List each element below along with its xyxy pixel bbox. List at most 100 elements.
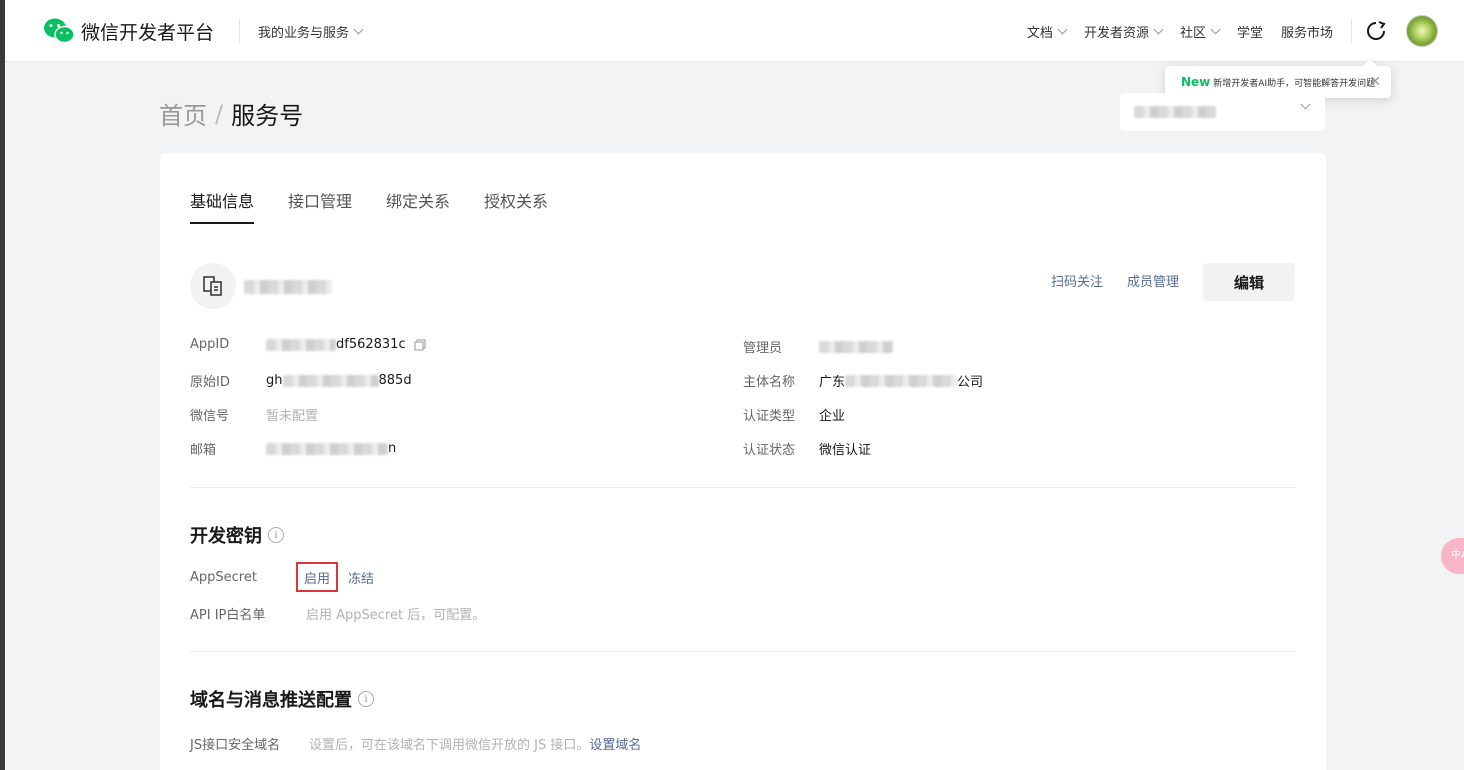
email-label: 邮箱 bbox=[190, 443, 217, 458]
admin-value bbox=[819, 340, 893, 353]
admin-row: 管理员 bbox=[743, 337, 893, 356]
copy-icon[interactable] bbox=[414, 339, 426, 351]
user-avatar[interactable] bbox=[1406, 15, 1438, 47]
ip-whitelist-label: API IP白名单 bbox=[190, 608, 266, 623]
platform-title: 微信开发者平台 bbox=[81, 21, 215, 44]
biz-service-menu[interactable]: 我的业务与服务 bbox=[258, 22, 364, 41]
wechat-id-row: 微信号 暂未配置 bbox=[190, 405, 318, 424]
ip-whitelist-row: API IP白名单 启用 AppSecret 后，可配置。 bbox=[190, 604, 485, 623]
page-title: 服务号 bbox=[231, 102, 304, 130]
chevron-down-icon bbox=[1300, 99, 1311, 110]
info-icon[interactable]: i bbox=[358, 691, 374, 707]
email-value: n bbox=[266, 441, 396, 456]
tab-authorization[interactable]: 授权关系 bbox=[484, 188, 548, 224]
domain-config-title: 域名与消息推送配置 i bbox=[190, 686, 374, 712]
breadcrumb-separator: / bbox=[215, 99, 224, 128]
cert-status-row: 认证状态 微信认证 bbox=[743, 439, 871, 458]
member-manage-link[interactable]: 成员管理 bbox=[1127, 271, 1179, 290]
entity-name-label: 主体名称 bbox=[743, 375, 796, 390]
appsecret-label: AppSecret bbox=[190, 569, 257, 585]
appid-redacted bbox=[266, 338, 336, 351]
nav-community-label: 社区 bbox=[1179, 26, 1206, 41]
tooltip-text: 新增开发者AI助手，可智能解答开发问题 bbox=[1213, 78, 1376, 89]
nav-academy-label: 学堂 bbox=[1236, 26, 1263, 41]
wechat-id-label: 微信号 bbox=[190, 409, 230, 424]
top-navbar: 微信开发者平台 我的业务与服务 文档 开发者资源 社区 学堂 服务市场 bbox=[5, 0, 1464, 62]
section-divider bbox=[190, 651, 1296, 652]
chevron-down-icon bbox=[1057, 24, 1068, 35]
entity-name-redacted bbox=[845, 374, 958, 387]
admin-redacted bbox=[819, 340, 893, 353]
wechat-icon bbox=[44, 18, 75, 44]
section-divider bbox=[190, 487, 1296, 488]
ai-assistant-icon[interactable] bbox=[1365, 20, 1387, 42]
appid-row: AppID df562831c bbox=[190, 337, 426, 352]
language-float-button[interactable]: 中A bbox=[1441, 538, 1464, 574]
admin-label: 管理员 bbox=[743, 341, 783, 356]
domain-config-title-text: 域名与消息推送配置 bbox=[190, 690, 352, 711]
wechat-logo[interactable]: 微信开发者平台 bbox=[43, 17, 214, 45]
email-row: 邮箱 n bbox=[190, 439, 396, 458]
appid-value: df562831c bbox=[266, 337, 426, 352]
entity-name-row: 主体名称 广东 公司 bbox=[743, 371, 983, 390]
entity-name-suffix: 公司 bbox=[957, 375, 984, 390]
nav-docs[interactable]: 文档 bbox=[1026, 22, 1068, 41]
account-switcher[interactable] bbox=[1120, 93, 1325, 131]
cert-type-row: 认证类型 企业 bbox=[743, 405, 845, 424]
cert-status-label: 认证状态 bbox=[743, 443, 796, 458]
original-id-value: gh 885d bbox=[266, 373, 412, 388]
original-id-label: 原始ID bbox=[190, 375, 230, 390]
nav-community[interactable]: 社区 bbox=[1179, 22, 1221, 41]
freeze-appsecret-link[interactable]: 冻结 bbox=[348, 568, 374, 587]
tab-api-management[interactable]: 接口管理 bbox=[288, 188, 352, 224]
chevron-down-icon bbox=[1153, 24, 1164, 35]
tab-basic-info[interactable]: 基础信息 bbox=[190, 188, 255, 224]
original-id-redacted bbox=[282, 374, 379, 387]
scan-follow-link[interactable]: 扫码关注 bbox=[1051, 271, 1103, 290]
nav-dev-resources[interactable]: 开发者资源 bbox=[1083, 22, 1164, 41]
service-account-icon bbox=[203, 276, 222, 296]
entity-name-prefix: 广东 bbox=[819, 375, 846, 390]
appid-visible-suffix: df562831c bbox=[336, 337, 406, 352]
nav-divider bbox=[1351, 19, 1352, 43]
nav-service-market-label: 服务市场 bbox=[1280, 26, 1333, 41]
nav-links: 文档 开发者资源 社区 学堂 服务市场 bbox=[1009, 22, 1333, 41]
cert-type-label: 认证类型 bbox=[743, 409, 796, 424]
account-name-redacted bbox=[244, 280, 332, 294]
cert-status-value: 微信认证 bbox=[819, 443, 872, 458]
original-id-suffix: 885d bbox=[378, 373, 412, 388]
js-domain-label: JS接口安全域名 bbox=[190, 738, 281, 753]
nav-divider bbox=[239, 19, 240, 43]
cert-type-value: 企业 bbox=[819, 409, 846, 424]
nav-academy[interactable]: 学堂 bbox=[1237, 22, 1263, 41]
appid-label: AppID bbox=[190, 337, 230, 352]
breadcrumb: 首页 / 服务号 bbox=[159, 96, 303, 131]
account-name-redacted bbox=[1134, 106, 1216, 118]
js-domain-hint: 设置后，可在该域名下调用微信开放的 JS 接口。 bbox=[309, 738, 590, 753]
nav-service-market[interactable]: 服务市场 bbox=[1281, 22, 1333, 41]
breadcrumb-home[interactable]: 首页 bbox=[159, 96, 207, 131]
dev-key-title-text: 开发密钥 bbox=[190, 526, 262, 547]
account-avatar bbox=[190, 263, 236, 309]
email-redacted bbox=[266, 442, 388, 455]
original-id-row: 原始ID gh 885d bbox=[190, 371, 412, 390]
tab-binding[interactable]: 绑定关系 bbox=[386, 188, 450, 224]
js-domain-row: JS接口安全域名 设置后，可在该域名下调用微信开放的 JS 接口。 设置域名 bbox=[190, 734, 641, 753]
close-icon[interactable]: ✕ bbox=[1369, 74, 1381, 90]
appsecret-row: AppSecret 启用 冻结 bbox=[190, 562, 374, 592]
original-id-prefix: gh bbox=[266, 373, 283, 388]
nav-docs-label: 文档 bbox=[1026, 26, 1053, 41]
chevron-down-icon bbox=[353, 24, 364, 35]
edit-button[interactable]: 编辑 bbox=[1203, 263, 1295, 301]
entity-name-value: 广东 公司 bbox=[819, 371, 983, 390]
info-icon[interactable]: i bbox=[268, 527, 284, 543]
email-visible-suffix: n bbox=[388, 441, 397, 456]
wechat-id-value: 暂未配置 bbox=[266, 409, 319, 424]
ip-whitelist-hint: 启用 AppSecret 后，可配置。 bbox=[306, 608, 486, 623]
biz-service-label: 我的业务与服务 bbox=[258, 26, 350, 41]
set-domain-link[interactable]: 设置域名 bbox=[589, 734, 641, 753]
nav-dev-resources-label: 开发者资源 bbox=[1083, 26, 1149, 41]
enable-appsecret-button[interactable]: 启用 bbox=[296, 562, 338, 592]
chevron-down-icon bbox=[1210, 24, 1221, 35]
new-badge: New bbox=[1181, 75, 1211, 89]
